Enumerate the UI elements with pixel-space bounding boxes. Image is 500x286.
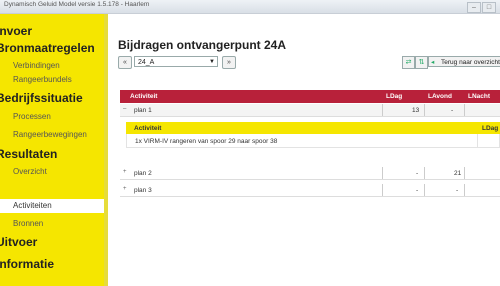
cell-lavond: -	[456, 187, 459, 194]
sidebar-section-bedrijfssituatie[interactable]: Bedrijfssituatie	[0, 91, 100, 105]
row-label: plan 2	[134, 170, 152, 177]
sidebar-item-verbindingen[interactable]: Verbindingen	[0, 61, 104, 70]
sidebar-item-bronnen[interactable]: Bronnen	[0, 219, 104, 228]
receiver-point-select[interactable]: 24_A ▼	[134, 56, 218, 67]
minimize-button[interactable]: –	[467, 2, 481, 13]
sidebar-item-rangeerbundels[interactable]: Rangeerbundels	[0, 75, 104, 84]
column-header-ldag[interactable]: LDag	[386, 93, 402, 100]
column-divider	[382, 184, 383, 196]
cell-lavond: 21	[454, 170, 462, 177]
column-divider	[424, 167, 425, 179]
main-panel: Bijdragen ontvangerpunt 24A « 24_A ▼ » ⇄…	[108, 14, 500, 286]
back-to-overview-label: Terug naar overzicht	[441, 59, 500, 66]
column-header-activiteit[interactable]: Activiteit	[130, 93, 157, 100]
sidebar-section-bronmaatregelen[interactable]: Bronmaatregelen	[0, 41, 100, 55]
row-label: plan 3	[134, 187, 152, 194]
column-divider	[477, 134, 478, 147]
receiver-point-select-value: 24_A	[138, 59, 155, 66]
back-arrow-icon: ◂	[431, 59, 435, 66]
column-divider	[464, 167, 465, 179]
sidebar-item-processen[interactable]: Processen	[0, 112, 104, 121]
sub-column-header-activiteit: Activiteit	[134, 125, 162, 132]
column-divider	[464, 104, 465, 116]
column-divider	[424, 104, 425, 116]
expand-toggle-icon[interactable]: +	[123, 169, 127, 175]
window-title-bar: Dynamisch Geluid Model versie 1.5.178 - …	[0, 0, 500, 14]
back-to-overview-button[interactable]: ◂ Terug naar overzicht	[428, 56, 500, 67]
sidebar-item-overzicht[interactable]: Overzicht	[0, 167, 104, 176]
sort-icon: ⇅	[418, 59, 425, 66]
sort-button[interactable]: ⇅	[415, 56, 428, 69]
export-icon: ⇄	[405, 59, 412, 66]
table-row[interactable]: – plan 1 13 -	[120, 104, 500, 117]
row-label: plan 1	[134, 107, 152, 114]
page-title: Bijdragen ontvangerpunt 24A	[118, 38, 287, 52]
window-title: Dynamisch Geluid Model versie 1.5.178 - …	[4, 1, 150, 8]
maximize-button[interactable]: □	[482, 2, 496, 13]
column-header-lavond[interactable]: LAvond	[428, 93, 452, 100]
sidebar-section-uitvoer[interactable]: Uitvoer	[0, 235, 100, 249]
column-divider	[464, 184, 465, 196]
sidebar-section-informatie[interactable]: Informatie	[0, 257, 100, 271]
collapse-toggle-icon[interactable]: –	[123, 106, 126, 112]
cell-ldag: -	[416, 170, 419, 177]
sidebar: Invoer Bronmaatregelen Verbindingen Rang…	[0, 14, 104, 286]
table-row[interactable]: + plan 3 - -	[120, 184, 500, 197]
sidebar-item-rangeerbewegingen[interactable]: Rangeerbewegingen	[0, 130, 104, 139]
sub-table-row: 1x VIRM-IV rangeren van spoor 29 naar sp…	[126, 134, 500, 148]
export-button[interactable]: ⇄	[402, 56, 415, 69]
column-divider	[382, 167, 383, 179]
sub-row-activity: 1x VIRM-IV rangeren van spoor 29 naar sp…	[135, 138, 278, 145]
expand-toggle-icon[interactable]: +	[123, 186, 127, 192]
table-header: Activiteit LDag LAvond LNacht	[120, 90, 500, 103]
column-divider	[382, 104, 383, 116]
column-divider	[424, 184, 425, 196]
sidebar-section-resultaten[interactable]: Resultaten	[0, 147, 100, 161]
sub-column-header-ldag: LDag	[482, 125, 499, 132]
sidebar-item-activiteiten[interactable]: Activiteiten	[0, 199, 104, 213]
next-button[interactable]: »	[222, 56, 236, 69]
sidebar-section-invoer[interactable]: Invoer	[0, 24, 100, 38]
cell-lavond: -	[451, 107, 454, 114]
sub-table-header: Activiteit LDag	[126, 122, 500, 134]
chevron-down-icon: ▼	[209, 59, 215, 65]
cell-ldag: -	[416, 187, 419, 194]
cell-ldag: 13	[412, 107, 420, 114]
previous-button[interactable]: «	[118, 56, 132, 69]
column-header-lnacht[interactable]: LNacht	[468, 93, 490, 100]
table-row[interactable]: + plan 2 - 21	[120, 167, 500, 180]
